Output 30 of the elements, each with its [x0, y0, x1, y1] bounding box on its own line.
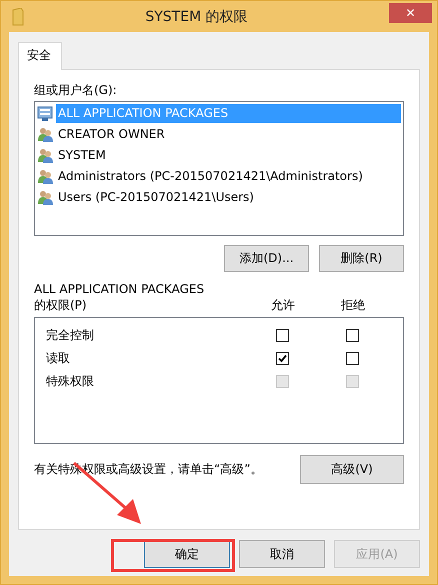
- permissions-label: ALL APPLICATION PACKAGES: [34, 281, 206, 297]
- folder-icon: [12, 8, 24, 26]
- list-label: 组或用户名(G):: [34, 82, 118, 98]
- package-icon: [37, 105, 54, 122]
- users-icon: [37, 189, 54, 206]
- users-icon: [37, 147, 54, 164]
- users-icon: [37, 168, 54, 185]
- tab[interactable]: 安全: [18, 42, 62, 70]
- list-item[interactable]: CREATOR OWNER: [56, 125, 401, 144]
- list-item[interactable]: SYSTEM: [56, 146, 401, 165]
- permissions-label: 的权限(P): [34, 297, 88, 313]
- checkbox[interactable]: [276, 352, 288, 365]
- permission-name: 完全控制: [46, 327, 95, 344]
- checkbox[interactable]: [346, 352, 358, 365]
- checkbox[interactable]: [346, 329, 358, 342]
- button-control[interactable]: 删除(R): [319, 245, 404, 272]
- permission-name: 特殊权限: [46, 373, 95, 390]
- permission-name: 读取: [46, 350, 71, 367]
- advanced-button[interactable]: 高级(V): [300, 455, 404, 484]
- checkbox[interactable]: [276, 329, 288, 342]
- button-control[interactable]: 取消: [239, 540, 325, 568]
- list-item[interactable]: Users (PC-201507021421\Users): [56, 188, 401, 207]
- window-title: SYSTEM 的权限: [144, 8, 249, 26]
- column-header: 允许: [270, 297, 296, 313]
- column-header: 拒绝: [340, 297, 366, 313]
- close-button[interactable]: ✕: [389, 2, 432, 22]
- users-icon: [37, 126, 54, 143]
- list-item[interactable]: Administrators (PC-201507021421\Administrators): [56, 167, 401, 186]
- button-control[interactable]: 添加(D)...: [224, 245, 309, 272]
- button-control[interactable]: 确定: [144, 540, 230, 568]
